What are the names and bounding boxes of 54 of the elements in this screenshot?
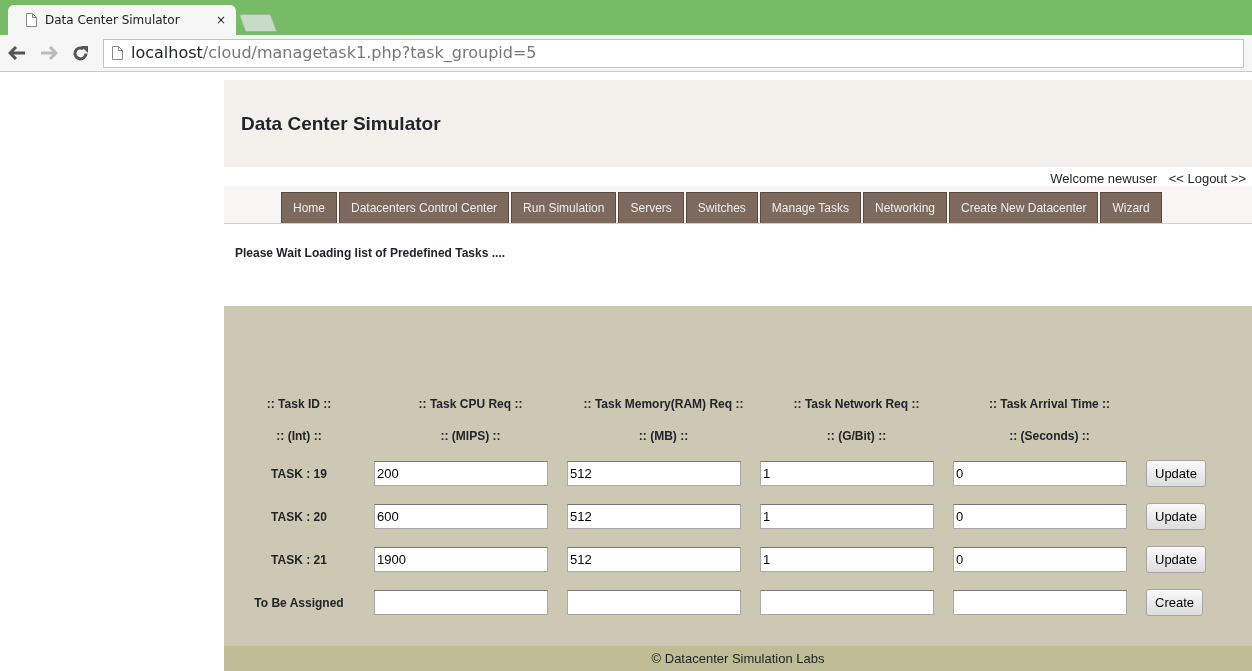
column-header: :: Task Network Req :: (792, 396, 921, 413)
back-icon[interactable] (8, 46, 26, 60)
nav-tab[interactable]: Wizard (1100, 192, 1162, 223)
page-icon (112, 46, 123, 60)
footer: © Datacenter Simulation Labs (224, 646, 1252, 671)
column-unit: :: (Int) :: (275, 428, 323, 445)
input-field[interactable]: 600 (374, 504, 548, 529)
row-label: TASK : 20 (270, 508, 328, 526)
nav-tab[interactable]: Switches (685, 192, 758, 223)
status-message: Please Wait Loading list of Predefined Tasks .... (235, 246, 506, 260)
nav-tab[interactable]: Datacenters Control Center (339, 192, 510, 223)
action-button[interactable]: Update (1146, 459, 1206, 488)
nav-tab[interactable]: Run Simulation (511, 192, 617, 223)
input-field[interactable]: 512 (567, 547, 741, 572)
input-field[interactable]: 0 (953, 461, 1127, 486)
site-title: Data Center Simulator (241, 113, 441, 134)
row-label: TASK : 21 (270, 551, 328, 569)
column-unit: :: (G/Bit) :: (825, 428, 888, 445)
input-field[interactable] (567, 590, 741, 615)
page-icon (26, 13, 37, 27)
input-field[interactable]: 512 (567, 461, 741, 486)
input-field[interactable] (760, 590, 934, 615)
input-field[interactable] (374, 590, 548, 615)
nav-tab[interactable]: Create New Datacenter (949, 192, 1099, 223)
welcome-text: Welcome newuser (1050, 171, 1157, 186)
column-header: :: Task CPU Req :: (417, 396, 524, 413)
input-field[interactable]: 512 (567, 504, 741, 529)
nav-tab[interactable]: Manage Tasks (759, 192, 861, 223)
row-label: To Be Assigned (253, 594, 345, 612)
nav-tab[interactable]: Networking (863, 192, 948, 223)
input-field[interactable]: 1900 (374, 547, 548, 572)
column-unit: :: (MB) :: (637, 428, 690, 445)
input-field[interactable]: 0 (953, 547, 1127, 572)
logout-link[interactable]: << Logout >> (1168, 171, 1246, 186)
column-header: :: Task ID :: (265, 396, 333, 413)
column-unit: :: (Seconds) :: (1008, 428, 1091, 445)
input-field[interactable]: 1 (760, 547, 934, 572)
browser-tab[interactable]: Data Center Simulator × (8, 5, 236, 35)
column-header: :: Task Arrival Time :: (987, 396, 1112, 413)
input-field[interactable] (953, 590, 1127, 615)
address-bar[interactable]: localhost/cloud/managetask1.php?task_groupid=5 (103, 38, 1244, 68)
column-header: :: Task Memory(RAM) Req :: (582, 396, 745, 413)
action-button[interactable]: Update (1146, 502, 1206, 531)
column-unit: :: (MIPS) :: (439, 428, 502, 445)
nav-tab[interactable]: Home (281, 192, 337, 223)
action-button[interactable]: Create (1146, 588, 1204, 617)
reload-icon[interactable] (72, 44, 89, 62)
action-button[interactable]: Update (1146, 545, 1206, 574)
row-label: TASK : 19 (270, 465, 328, 483)
input-field[interactable]: 1 (760, 504, 934, 529)
input-field[interactable]: 200 (374, 461, 548, 486)
input-field[interactable]: 0 (953, 504, 1127, 529)
input-field[interactable]: 1 (760, 461, 934, 486)
nav-tab[interactable]: Servers (618, 192, 684, 223)
